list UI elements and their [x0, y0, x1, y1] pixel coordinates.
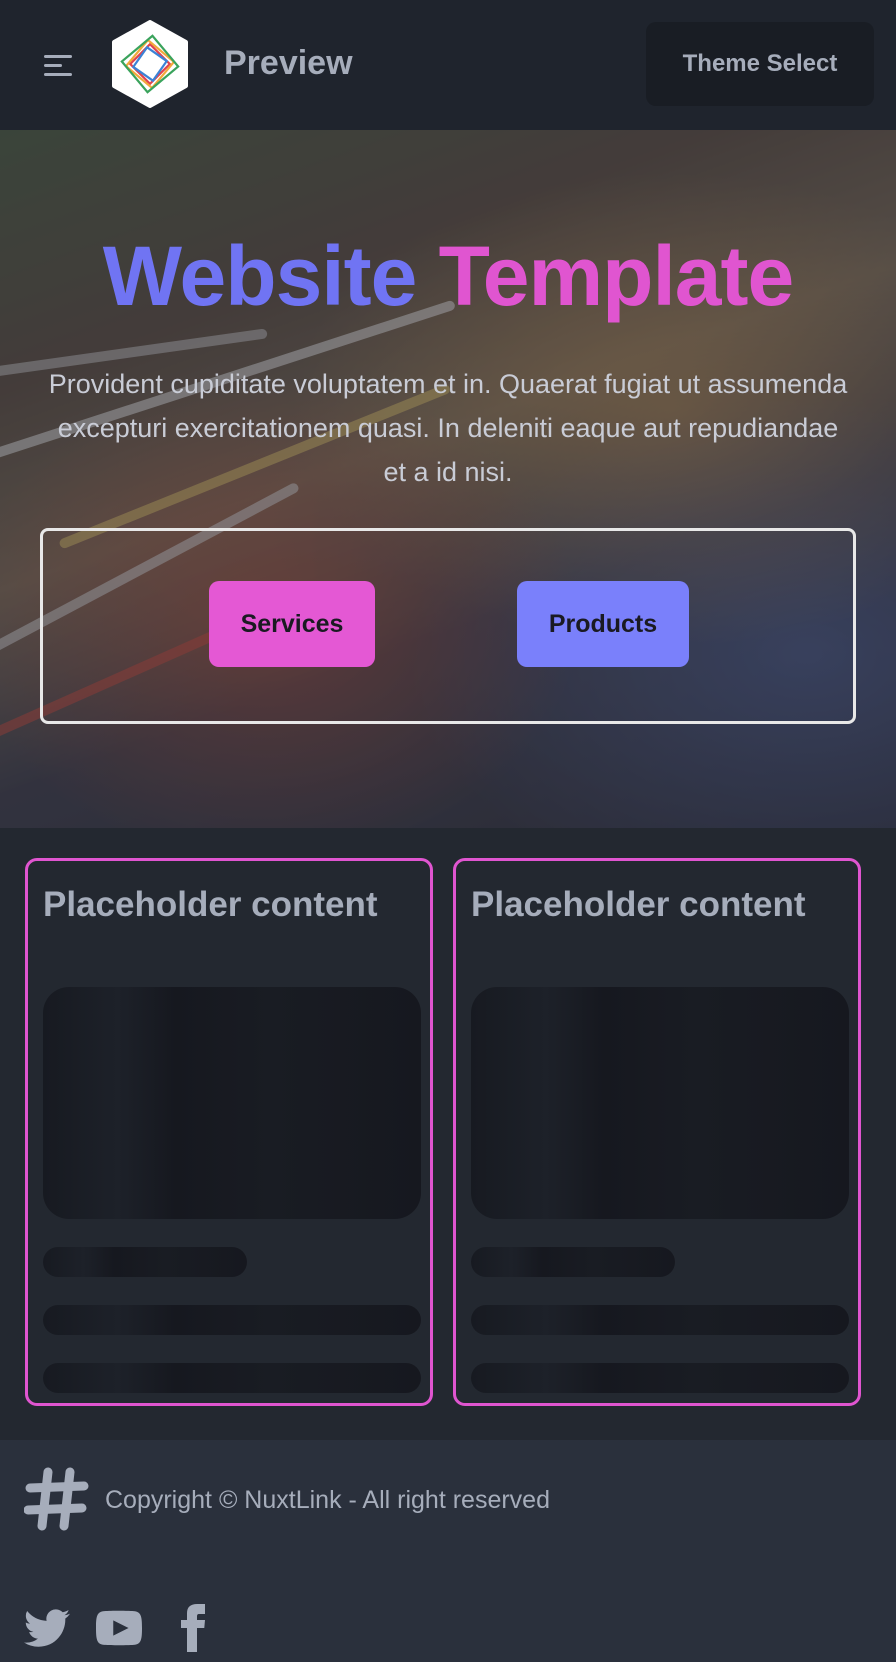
- facebook-icon[interactable]: [176, 1604, 206, 1652]
- hashtag-logo-icon: [24, 1467, 89, 1531]
- hamburger-menu-icon[interactable]: [38, 46, 82, 84]
- skeleton-line: [43, 1305, 421, 1335]
- skeleton-line: [43, 1247, 247, 1277]
- skeleton-line: [471, 1305, 849, 1335]
- navbar: Preview Theme Select: [0, 0, 896, 130]
- services-button[interactable]: Services: [209, 581, 375, 667]
- theme-select-button[interactable]: Theme Select: [646, 22, 874, 106]
- products-button[interactable]: Products: [517, 581, 689, 667]
- hero-description: Provident cupiditate voluptatem et in. Q…: [48, 369, 848, 487]
- cards-section: Placeholder content Placeholder content: [0, 828, 896, 1440]
- brand-title[interactable]: Preview: [224, 44, 353, 83]
- footer: Copyright © NuxtLink - All right reserve…: [0, 1440, 896, 1662]
- hero-section: Website Template Provident cupiditate vo…: [0, 130, 896, 828]
- cta-button-group: Services Products: [40, 528, 856, 724]
- skeleton-image: [43, 987, 421, 1219]
- skeleton-line: [471, 1247, 675, 1277]
- hero-title-website: Website: [102, 229, 418, 323]
- card-title: Placeholder content: [43, 885, 378, 924]
- skeleton-line: [43, 1363, 421, 1393]
- placeholder-card: Placeholder content: [453, 858, 861, 1406]
- card-title: Placeholder content: [471, 885, 806, 924]
- copyright-text: Copyright © NuxtLink - All right reserve…: [105, 1486, 550, 1514]
- hero-title-template: Template: [438, 229, 795, 323]
- hero-title: Website Template: [0, 234, 896, 318]
- skeleton-line: [471, 1363, 849, 1393]
- diamond-logo-icon[interactable]: [110, 20, 190, 108]
- skeleton-image: [471, 987, 849, 1219]
- youtube-icon[interactable]: [96, 1604, 142, 1652]
- twitter-icon[interactable]: [24, 1604, 70, 1652]
- placeholder-card: Placeholder content: [25, 858, 433, 1406]
